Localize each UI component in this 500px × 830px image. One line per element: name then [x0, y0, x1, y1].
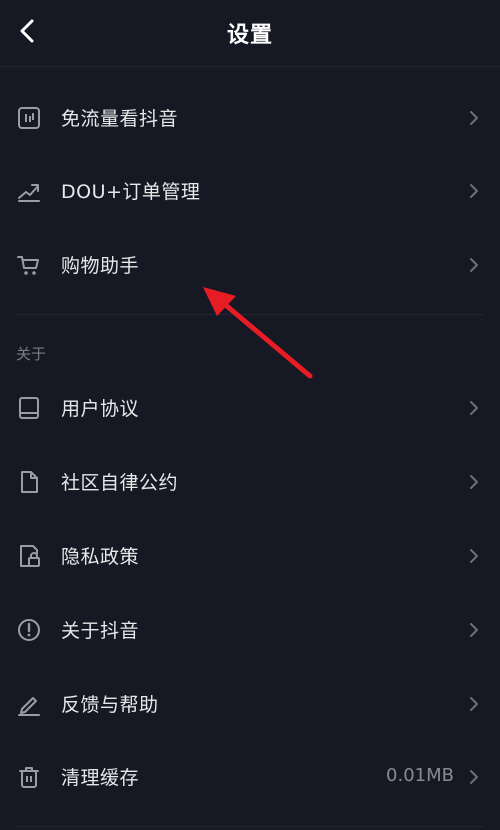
- chevron-right-icon: [470, 475, 478, 489]
- settings-item-label: 用户协议: [61, 398, 140, 420]
- trash-icon: [19, 767, 39, 788]
- page-title: 设置: [226, 23, 273, 48]
- book-icon: [19, 397, 39, 419]
- chevron-right-icon: [470, 258, 478, 272]
- section-divider: [16, 314, 484, 315]
- settings-item-user-agreement[interactable]: 用户协议: [0, 378, 500, 438]
- settings-item-about-douyin[interactable]: 关于抖音: [0, 600, 500, 660]
- settings-item-label: 社区自律公约: [61, 472, 179, 494]
- lock-document-icon: [20, 545, 40, 567]
- chevron-right-icon: [470, 111, 478, 125]
- cache-size-value: 0.01MB: [386, 765, 454, 786]
- settings-item-community-guidelines[interactable]: 社区自律公约: [0, 452, 500, 512]
- info-icon: [18, 619, 40, 641]
- shopping-cart-icon: [17, 256, 39, 275]
- settings-item-shopping-assistant[interactable]: 购物助手: [0, 235, 500, 295]
- settings-item-label: 免流量看抖音: [61, 108, 179, 130]
- chevron-right-icon: [470, 184, 478, 198]
- document-icon: [21, 471, 38, 493]
- settings-item-clear-cache[interactable]: 清理缓存 0.01MB: [0, 747, 500, 807]
- chevron-right-icon: [470, 770, 478, 784]
- bottom-divider: [16, 826, 484, 827]
- settings-item-label: 购物助手: [61, 255, 140, 277]
- settings-item-privacy-policy[interactable]: 隐私政策: [0, 526, 500, 586]
- pencil-icon: [18, 697, 40, 716]
- chevron-right-icon: [470, 623, 478, 637]
- top-bar: 设置: [0, 0, 500, 67]
- settings-item-feedback-help[interactable]: 反馈与帮助: [0, 674, 500, 734]
- trend-up-icon: [18, 184, 40, 202]
- settings-item-free-data[interactable]: 免流量看抖音: [0, 88, 500, 148]
- traffic-card-icon: [18, 107, 40, 129]
- chevron-right-icon: [470, 697, 478, 711]
- chevron-right-icon: [470, 401, 478, 415]
- chevron-right-icon: [470, 549, 478, 563]
- settings-item-label: 清理缓存: [61, 767, 140, 789]
- section-header-about: 关于: [16, 345, 47, 363]
- settings-item-label: 关于抖音: [61, 620, 140, 642]
- settings-item-label: 反馈与帮助: [61, 694, 159, 716]
- settings-item-label: 隐私政策: [61, 546, 140, 568]
- settings-item-dou-orders[interactable]: DOU+订单管理: [0, 161, 500, 221]
- settings-item-label: DOU+订单管理: [61, 181, 201, 203]
